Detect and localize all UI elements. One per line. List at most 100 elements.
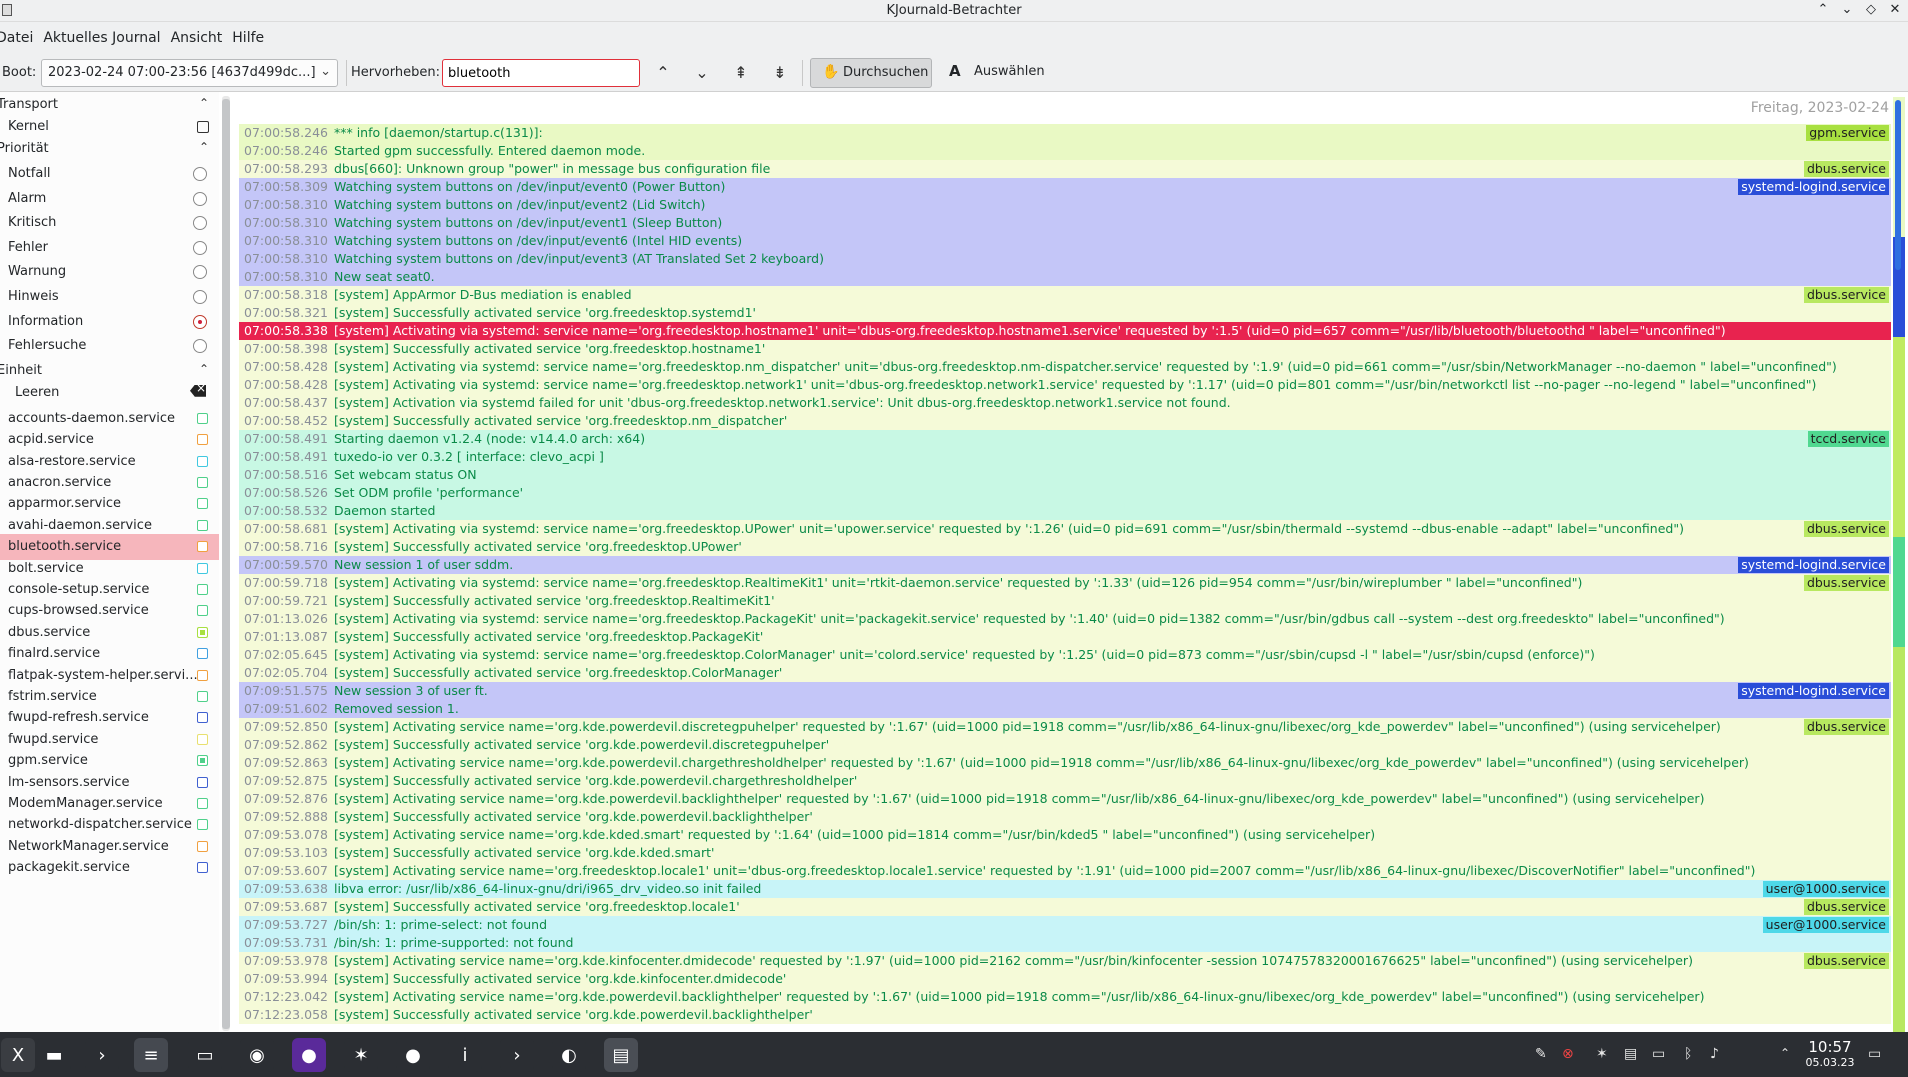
select-button[interactable]: A Auswählen: [945, 58, 1045, 88]
priority-radio[interactable]: [193, 339, 207, 354]
jump-bottom-icon[interactable]: ⇟: [769, 62, 791, 84]
next-highlight-icon[interactable]: ⌄: [691, 62, 713, 84]
log-scrollbar-thumb[interactable]: [1895, 100, 1901, 270]
file-manager-icon[interactable]: ▬: [37, 1038, 71, 1072]
log-line[interactable]: 07:00:58.681 [system] Activating via syst…: [239, 520, 1891, 538]
bluetooth-icon[interactable]: ᛒ: [1684, 1046, 1692, 1062]
priority-item[interactable]: Fehlersuche: [0, 333, 219, 359]
log-line[interactable]: 07:00:58.491 Starting daemon v1.2.4 (node…: [239, 430, 1891, 448]
service-item[interactable]: packagekit.service: [0, 855, 219, 881]
priority-item[interactable]: Fehler: [0, 235, 219, 261]
previous-highlight-icon[interactable]: ⌃: [652, 62, 674, 84]
log-line[interactable]: 07:09:52.876 [system] Activating service …: [239, 790, 1891, 808]
priority-item[interactable]: Alarm: [0, 186, 219, 212]
section-priority[interactable]: Priorität ⌃: [0, 136, 219, 162]
priority-radio[interactable]: [193, 265, 207, 280]
priority-radio[interactable]: [193, 167, 207, 181]
log-line[interactable]: 07:00:58.516 Set webcam status ON: [239, 466, 1891, 484]
minimize-icon[interactable]: ⌄: [1840, 2, 1854, 17]
log-line[interactable]: 07:00:58.310 New seat seat0.: [239, 268, 1891, 286]
service-checkbox[interactable]: [197, 412, 208, 424]
log-line[interactable]: 07:02:05.704 [system] Successfully activa…: [239, 664, 1891, 682]
log-line[interactable]: 07:00:58.321 [system] Successfully activa…: [239, 304, 1891, 322]
show-desktop-icon[interactable]: ▭: [1868, 1046, 1881, 1062]
log-line[interactable]: 07:00:58.437 [system] Activation via syst…: [239, 394, 1891, 412]
priority-radio[interactable]: [193, 216, 207, 231]
log-line[interactable]: 07:00:59.721 [system] Successfully activa…: [239, 592, 1891, 610]
clear-button[interactable]: Leeren: [0, 380, 219, 406]
firefox-dev-icon[interactable]: ●: [292, 1038, 326, 1072]
service-tag[interactable]: systemd-logind.service: [1738, 557, 1889, 573]
log-line[interactable]: 07:09:53.607 [system] Activating service …: [239, 862, 1891, 880]
clock[interactable]: 10:57 05.03.23: [1800, 1038, 1860, 1069]
maximize-icon[interactable]: ◇: [1864, 2, 1878, 17]
priority-radio[interactable]: [193, 191, 207, 206]
log-line[interactable]: 07:12:23.058 [system] Successfully activa…: [239, 1006, 1891, 1024]
log-line[interactable]: 07:00:58.310 Watching system buttons on /…: [239, 196, 1891, 214]
log-line[interactable]: 07:00:58.293 dbus[660]: Unknown group "po…: [239, 160, 1891, 178]
log-line[interactable]: 07:09:53.978 [system] Activating service …: [239, 952, 1891, 970]
log-line[interactable]: 07:00:58.491 tuxedo-io ver 0.3.2 [ interf…: [239, 448, 1891, 466]
kde-connect-icon[interactable]: ✶: [344, 1038, 378, 1072]
log-line-highlighted[interactable]: 07:00:58.338 [system] Activating via syst…: [239, 322, 1891, 340]
log-line[interactable]: 07:09:53.727/bin/sh: 1: prime-select: no…: [239, 916, 1891, 934]
priority-item[interactable]: Information: [0, 309, 219, 335]
service-checkbox[interactable]: [197, 755, 208, 767]
browse-button[interactable]: ✋ Durchsuchen: [810, 58, 932, 88]
log-line[interactable]: 07:09:53.731/bin/sh: 1: prime-supported:…: [239, 934, 1891, 952]
service-checkbox[interactable]: [197, 626, 208, 638]
antivirus-icon[interactable]: ⊗: [1562, 1046, 1574, 1062]
service-tag[interactable]: systemd-logind.service: [1738, 179, 1889, 195]
system-settings-icon[interactable]: ≡: [134, 1038, 168, 1072]
dolphin-icon[interactable]: ▭: [188, 1038, 222, 1072]
log-line[interactable]: 07:12:23.042 [system] Activating service …: [239, 988, 1891, 1006]
log-line[interactable]: 07:00:58.246 Started gpm successfully. En…: [239, 142, 1891, 160]
service-checkbox[interactable]: [197, 733, 208, 745]
service-checkbox[interactable]: [197, 498, 208, 510]
sidebar-scrollbar[interactable]: [222, 96, 230, 1031]
service-checkbox[interactable]: [197, 477, 208, 488]
service-checkbox[interactable]: [197, 605, 208, 617]
priority-radio[interactable]: [193, 240, 207, 255]
boot-select[interactable]: 2023-02-24 07:00-23:56 [4637d499dc...] ⌄: [41, 59, 338, 87]
service-tag[interactable]: dbus.service: [1803, 575, 1889, 591]
log-line[interactable]: 07:01:13.087 [system] Successfully activa…: [239, 628, 1891, 646]
journal-log-view[interactable]: Freitag, 2023-02-24 07:00:58.246 *** info…: [239, 96, 1891, 1032]
service-checkbox[interactable]: [197, 584, 208, 595]
service-checkbox[interactable]: [197, 648, 208, 660]
service-checkbox[interactable]: [197, 819, 208, 831]
terminal-icon[interactable]: ›: [85, 1038, 119, 1072]
service-tag[interactable]: dbus.service: [1803, 899, 1889, 915]
log-line[interactable]: 07:09:51.602 Removed session 1.: [239, 700, 1891, 718]
log-line[interactable]: 07:00:58.428 [system] Activating via syst…: [239, 376, 1891, 394]
priority-item[interactable]: Hinweis: [0, 284, 219, 310]
menu-aktuelles-journal[interactable]: Aktuelles Journal: [43, 30, 170, 46]
log-line[interactable]: 07:09:51.575 New session 3 of user ft. sys…: [239, 682, 1891, 700]
log-line[interactable]: 07:09:53.687 [system] Successfully activa…: [239, 898, 1891, 916]
pen-icon[interactable]: ✎: [1535, 1046, 1547, 1062]
clipboard-icon[interactable]: ▤: [1624, 1046, 1637, 1062]
close-icon[interactable]: ✕: [1888, 2, 1902, 17]
volume-icon[interactable]: ♪: [1710, 1046, 1719, 1062]
service-tag[interactable]: user@1000.service: [1762, 917, 1889, 933]
screenshot-icon[interactable]: ◐: [552, 1038, 586, 1072]
log-line[interactable]: 07:00:58.526 Set ODM profile 'performance…: [239, 484, 1891, 502]
info-center-icon[interactable]: i: [448, 1038, 482, 1072]
kde-connect-tray-icon[interactable]: ✶: [1596, 1046, 1608, 1062]
priority-item[interactable]: Kritisch: [0, 210, 219, 236]
collapse-unit-icon[interactable]: ⌃: [199, 362, 209, 376]
log-line[interactable]: 07:00:58.452 [system] Successfully activa…: [239, 412, 1891, 430]
service-checkbox[interactable]: [197, 669, 208, 681]
log-line[interactable]: 07:09:53.103 [system] Successfully activa…: [239, 844, 1891, 862]
log-line[interactable]: 07:00:59.570 New session 1 of user sddm. s…: [239, 556, 1891, 574]
service-checkbox[interactable]: [197, 862, 208, 874]
log-line[interactable]: 07:00:58.428 [system] Activating via syst…: [239, 358, 1891, 376]
transport-checkbox[interactable]: [197, 121, 209, 133]
sidebar-scrollbar-thumb[interactable]: [222, 99, 230, 1029]
jump-top-icon[interactable]: ⇞: [730, 62, 752, 84]
app-launcher-icon[interactable]: X: [1, 1038, 35, 1072]
collapse-priority-icon[interactable]: ⌃: [199, 140, 209, 154]
kjournald-icon[interactable]: ▤: [604, 1038, 638, 1072]
menu-datei[interactable]: Datei: [0, 30, 43, 46]
tray-expand-icon[interactable]: ⌃: [1780, 1046, 1790, 1060]
